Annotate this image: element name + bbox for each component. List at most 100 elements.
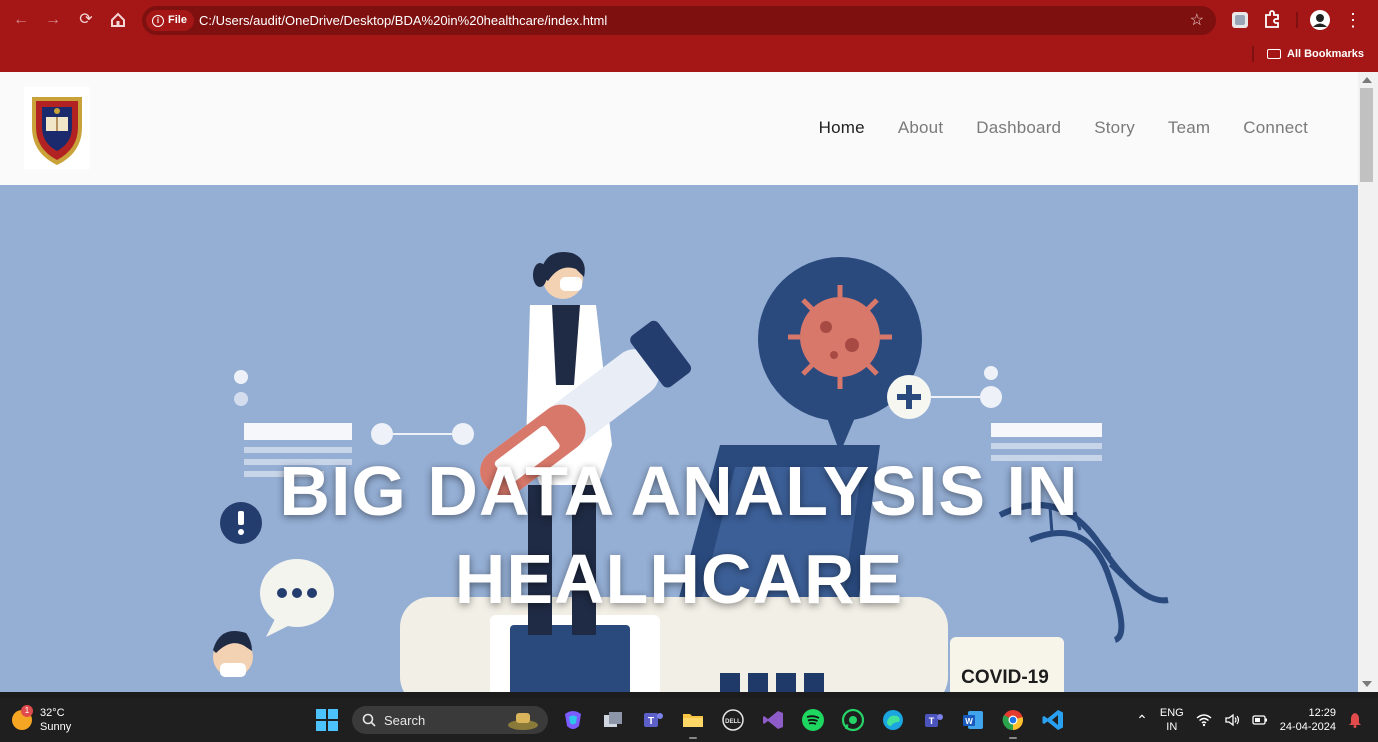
visual-studio-icon[interactable] — [758, 705, 788, 735]
address-bar[interactable]: i File C:/Users/audit/OneDrive/Desktop/B… — [142, 6, 1216, 35]
task-view-icon[interactable] — [598, 705, 628, 735]
taskbar-apps: Search T DELL T W — [312, 705, 1068, 739]
more-menu-icon[interactable]: ⋮ — [1342, 9, 1364, 31]
teams-work-icon[interactable]: T — [918, 705, 948, 735]
battery-icon[interactable] — [1252, 713, 1268, 727]
nav-connect-link[interactable]: Connect — [1243, 118, 1308, 138]
all-bookmarks-button[interactable]: All Bookmarks — [1267, 45, 1364, 63]
plus-bar — [906, 385, 912, 409]
keyboard-key — [748, 673, 768, 692]
scroll-up-arrow-icon[interactable] — [1362, 77, 1372, 83]
svg-text:T: T — [929, 716, 935, 726]
language-line1: ENG — [1159, 707, 1184, 719]
keyboard-key — [720, 673, 740, 692]
right-info-panel — [991, 423, 1102, 437]
virus-spot — [820, 321, 832, 333]
site-header: Home About Dashboard Story Team Connect — [0, 72, 1358, 185]
device-panel — [510, 625, 630, 692]
nav-about-link[interactable]: About — [898, 118, 943, 138]
keyboard-key — [776, 673, 796, 692]
virus-spot — [830, 351, 838, 359]
site-chip-label: File — [168, 14, 187, 26]
nav-home-link[interactable]: Home — [819, 118, 865, 138]
clock-time: 12:29 — [1308, 707, 1336, 719]
reload-icon[interactable]: ⟳ — [75, 9, 97, 31]
hero-title: BIG DATA ANALYSIS IN HEALHCARE — [200, 447, 1158, 623]
deco-dot — [234, 392, 248, 406]
whatsapp-icon[interactable] — [838, 705, 868, 735]
edge-icon[interactable] — [878, 705, 908, 735]
clock-date: 24-04-2024 — [1279, 721, 1336, 733]
hero-banner: COVID-19 BIG DATA ANALYSIS IN HEALHCARE — [0, 185, 1358, 692]
language-indicator[interactable]: ENG IN — [1160, 706, 1184, 734]
hero-title-line1: BIG DATA ANALYSIS IN — [279, 452, 1079, 530]
search-icon — [362, 713, 376, 727]
svg-text:DELL: DELL — [725, 719, 741, 725]
extensions-puzzle-icon[interactable] — [1261, 9, 1283, 31]
chrome-icon[interactable] — [998, 705, 1028, 739]
hero-title-line2: HEALHCARE — [454, 540, 904, 618]
virus-spot — [845, 338, 859, 352]
page-viewport: Home About Dashboard Story Team Connect — [0, 72, 1378, 692]
word-icon[interactable]: W — [958, 705, 988, 735]
spotify-icon[interactable] — [798, 705, 828, 735]
copilot-icon[interactable] — [558, 705, 588, 735]
doctor-ponytail — [533, 263, 547, 287]
bookmarks-divider — [1252, 46, 1254, 62]
system-tray: ⌃ ENG IN 12:29 24-04-2024 — [1136, 705, 1362, 735]
weather-condition: Sunny — [40, 721, 72, 733]
sun-weather-icon: 1 — [12, 705, 33, 730]
small-doctor-mask — [220, 663, 246, 677]
start-icon[interactable] — [312, 705, 342, 735]
search-highlight-icon — [508, 713, 538, 730]
system-clock[interactable]: 12:29 24-04-2024 — [1280, 706, 1336, 734]
doctor-mask — [560, 277, 582, 291]
forward-arrow-icon[interactable]: → — [42, 9, 64, 31]
notification-badge: 1 — [21, 705, 33, 717]
page-scrollbar[interactable] — [1358, 72, 1378, 692]
nav-dashboard-link[interactable]: Dashboard — [976, 118, 1061, 138]
search-placeholder: Search — [384, 712, 426, 728]
toolbar-divider — [1296, 12, 1298, 28]
wifi-icon[interactable] — [1196, 713, 1212, 727]
connector-node — [452, 423, 474, 445]
main-nav: Home About Dashboard Story Team Connect — [819, 118, 1308, 138]
info-icon: i — [152, 14, 164, 27]
url-text[interactable]: C:/Users/audit/OneDrive/Desktop/BDA%20in… — [199, 6, 607, 35]
scroll-thumb[interactable] — [1360, 88, 1373, 182]
back-arrow-icon[interactable]: ← — [10, 9, 32, 31]
taskbar-search-box[interactable]: Search — [352, 706, 548, 734]
connector-node — [980, 386, 1002, 408]
dell-icon[interactable]: DELL — [718, 705, 748, 735]
weather-widget[interactable]: 1 32°C Sunny — [12, 705, 72, 734]
left-info-panel — [244, 423, 352, 440]
connector-node — [371, 423, 393, 445]
volume-icon[interactable] — [1224, 713, 1240, 727]
home-icon[interactable] — [107, 9, 129, 31]
file-explorer-icon[interactable] — [678, 705, 708, 739]
site-info-chip[interactable]: i File — [146, 10, 194, 31]
notification-bell-icon[interactable] — [1348, 712, 1362, 728]
extension-app-icon[interactable] — [1229, 9, 1251, 31]
nav-story-link[interactable]: Story — [1094, 118, 1135, 138]
bookmark-star-icon[interactable]: ☆ — [1190, 10, 1204, 31]
scroll-down-arrow-icon[interactable] — [1362, 681, 1372, 687]
vscode-icon[interactable] — [1038, 705, 1068, 735]
svg-text:T: T — [648, 716, 654, 727]
deco-dot — [984, 366, 998, 380]
teams-icon[interactable]: T — [638, 705, 668, 735]
all-bookmarks-label: All Bookmarks — [1287, 48, 1365, 60]
folder-icon — [1267, 49, 1281, 59]
profile-avatar-icon[interactable] — [1309, 9, 1331, 31]
nav-team-link[interactable]: Team — [1168, 118, 1210, 138]
covid-badge-text: COVID-19 — [961, 667, 1049, 688]
weather-temp: 32°C — [40, 707, 65, 719]
windows-taskbar: 1 32°C Sunny Search T DELL T W ⌃ ENG IN … — [0, 698, 1378, 742]
browser-toolbar: ← → ⟳ i File C:/Users/audit/OneDrive/Des… — [0, 0, 1378, 72]
language-line2: IN — [1166, 721, 1178, 733]
keyboard-key — [804, 673, 824, 692]
college-crest-logo[interactable] — [24, 87, 90, 169]
deco-dot — [234, 370, 248, 384]
svg-text:W: W — [965, 717, 973, 726]
chevron-up-icon[interactable]: ⌃ — [1136, 712, 1148, 729]
